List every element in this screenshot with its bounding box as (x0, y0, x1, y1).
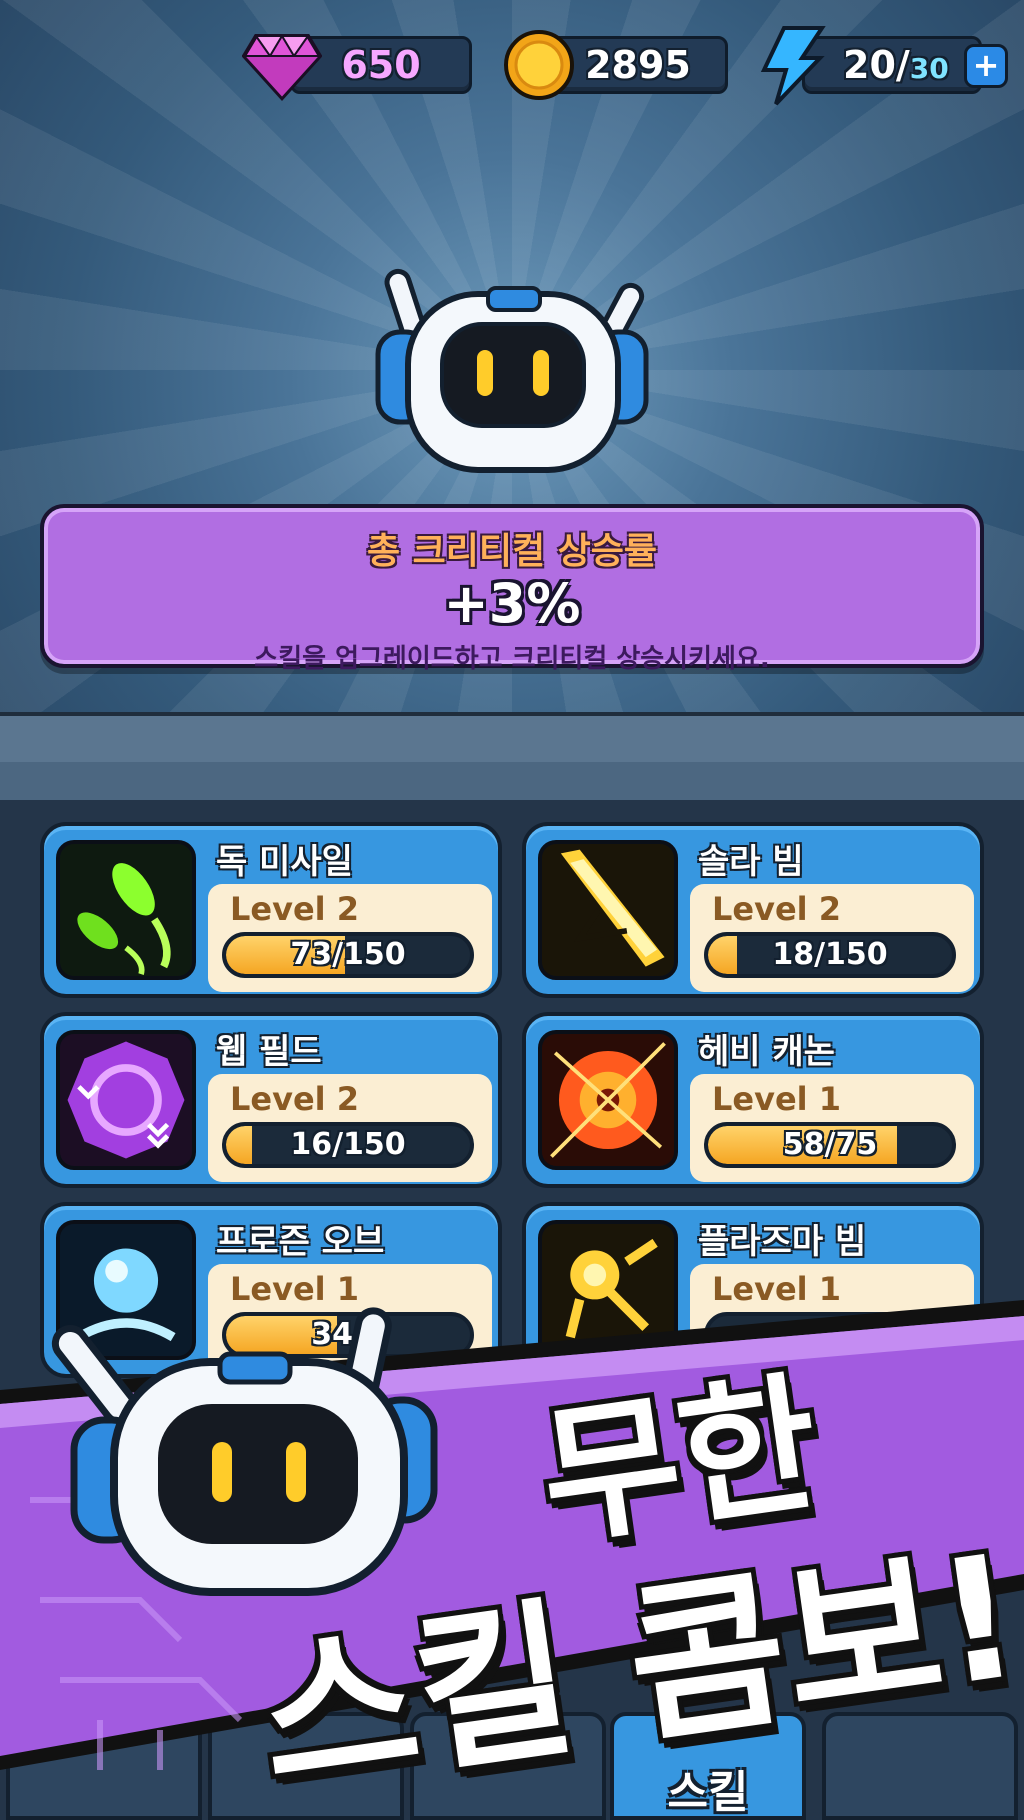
skill-name: 독 미사일 (216, 842, 353, 882)
skill-info: Level 2 73/150 (208, 884, 492, 992)
coin-icon (504, 30, 574, 100)
skill-progress-bar: 16/150 (222, 1122, 474, 1168)
skill-card-web-field[interactable]: 웹 필드 Level 2 16/150 (40, 1012, 502, 1188)
skill-info: Level 1 58/75 (690, 1074, 974, 1182)
gem-icon (242, 34, 322, 101)
energy-max: 30 (909, 52, 949, 85)
progress-text: 58/75 (782, 1127, 878, 1162)
skill-name: 헤비 캐논 (698, 1032, 835, 1072)
skill-level: Level 2 (230, 890, 360, 928)
skill-name: 프로즌 오브 (216, 1222, 385, 1262)
solar-beam-icon (538, 840, 678, 980)
skill-info: Level 2 16/150 (208, 1074, 492, 1182)
critical-stat-panel: 총 크리티컬 상승률 +3% 스킬을 업그레이드하고 크리티컬 상승시키세요. (40, 504, 984, 674)
skill-name: 솔라 빔 (698, 842, 804, 882)
energy-current: 20/ (843, 43, 910, 87)
skill-progress-bar: 73/150 (222, 932, 474, 978)
poison-missile-icon (56, 840, 196, 980)
skill-progress-bar: 58/75 (704, 1122, 956, 1168)
lightning-bolt-icon (760, 26, 826, 106)
skill-level: Level 1 (712, 1080, 842, 1118)
skill-card-heavy-cannon[interactable]: 헤비 캐논 Level 1 58/75 (522, 1012, 984, 1188)
skill-level: Level 2 (712, 890, 842, 928)
web-field-icon (56, 1030, 196, 1170)
energy-counter: 20/30 (802, 36, 982, 94)
progress-text: 16/150 (290, 1127, 406, 1162)
skill-level: Level 2 (230, 1080, 360, 1118)
section-divider (0, 712, 1024, 800)
robot-mascot (375, 268, 649, 473)
progress-text: 18/150 (772, 937, 888, 972)
skill-name: 웹 필드 (216, 1032, 322, 1072)
skill-name: 플라즈마 빔 (698, 1222, 867, 1262)
skill-card-solar-beam[interactable]: 솔라 빔 Level 2 18/150 (522, 822, 984, 998)
skill-card-poison-missile[interactable]: 독 미사일 Level 2 73/150 (40, 822, 502, 998)
stat-value: +3% (443, 572, 581, 635)
heavy-cannon-icon (538, 1030, 678, 1170)
skill-progress-bar: 18/150 (704, 932, 956, 978)
add-energy-button[interactable]: + (964, 44, 1008, 88)
skill-info: Level 2 18/150 (690, 884, 974, 992)
progress-text: 73/150 (290, 937, 406, 972)
stat-title: 총 크리티컬 상승률 (366, 531, 658, 572)
stat-description: 스킬을 업그레이드하고 크리티컬 상승시키세요. (254, 644, 770, 674)
robot-mascot-banner (51, 1307, 438, 1596)
